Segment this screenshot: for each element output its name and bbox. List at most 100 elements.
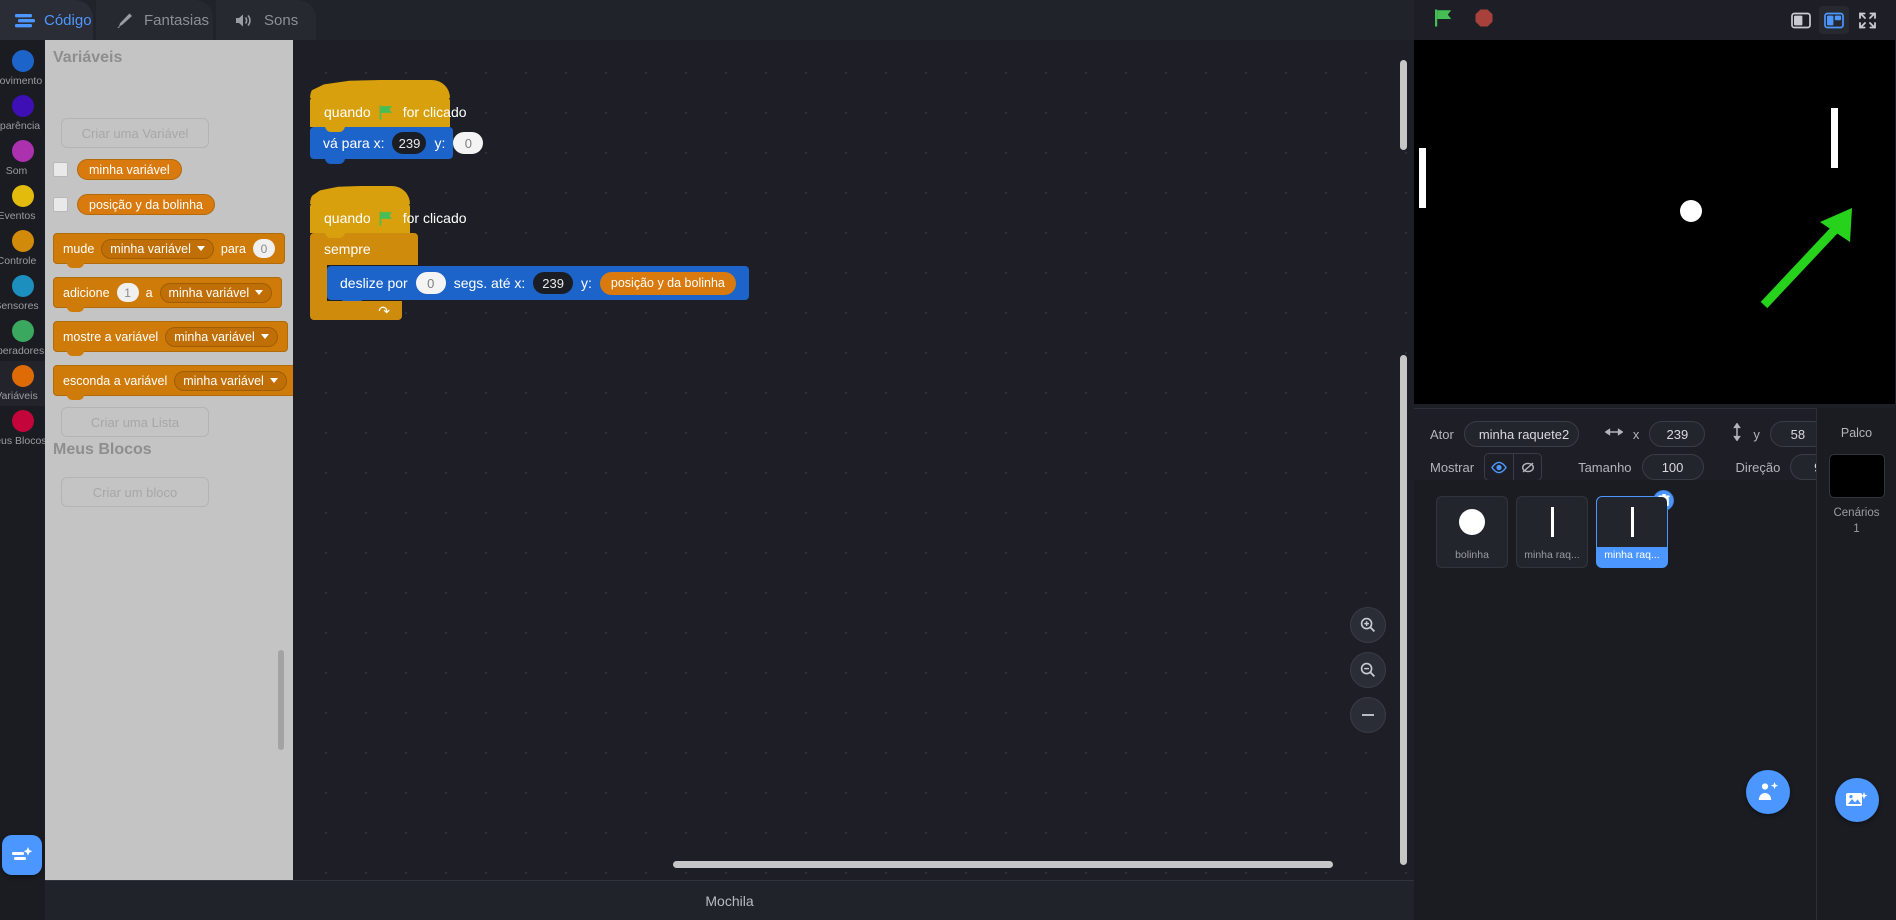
eye-slash-icon[interactable]	[1513, 454, 1541, 480]
tab-sons[interactable]: Sons	[216, 0, 316, 40]
x-input-focused[interactable]: 239	[533, 272, 573, 294]
category-movimento[interactable]: Movimento	[0, 46, 45, 91]
category-label: Movimento	[0, 75, 43, 87]
block-sempre[interactable]: sempre	[310, 233, 418, 265]
number-input[interactable]: 1	[116, 283, 139, 302]
workspace-vertical-scrollbar[interactable]	[1400, 60, 1407, 150]
sprite-ball[interactable]	[1680, 200, 1702, 222]
variable-checkbox-minha-variavel[interactable]	[53, 162, 68, 177]
sprite-card-bolinha[interactable]: bolinha	[1436, 496, 1508, 568]
code-workspace[interactable]: quando for clicado vá para x: 239 y: 0 q…	[293, 40, 1414, 880]
block-label: para	[220, 241, 246, 256]
y-input[interactable]: 0	[453, 132, 484, 154]
category-dot-movimento	[11, 50, 34, 72]
script-forever-glide[interactable]: quando for clicado sempre deslize por 0 …	[310, 203, 749, 320]
category-variaveis[interactable]: Variáveis	[0, 361, 45, 406]
zoom-out-icon	[1360, 662, 1376, 678]
stage-canvas[interactable]	[1414, 40, 1895, 404]
tab-codigo-label: Código	[44, 11, 92, 29]
category-meus-blocos[interactable]: Meus Blocos	[0, 406, 47, 451]
block-mostre-variavel[interactable]: mostre a variável minha variável	[53, 321, 288, 356]
category-controle[interactable]: Controle	[0, 226, 45, 271]
variable-dropdown[interactable]: minha variável	[165, 326, 278, 347]
script-go-to-xy[interactable]: quando for clicado vá para x: 239 y: 0	[310, 97, 484, 164]
forever-loop-arm	[310, 265, 327, 301]
variable-dropdown[interactable]: minha variável	[101, 238, 214, 259]
category-som[interactable]: Som	[0, 136, 45, 181]
block-adicione-variavel[interactable]: adicione 1 a minha variável	[53, 277, 283, 312]
sprite-card-raquete-2[interactable]: minha raq...	[1596, 490, 1674, 568]
variable-reporter-posicao-y[interactable]: posição y da bolinha	[77, 194, 215, 215]
add-backdrop-icon	[1846, 791, 1868, 806]
block-palette[interactable]: Variáveis Criar uma Variável minha variá…	[45, 40, 293, 880]
sprite-name-input[interactable]: minha raquete2	[1463, 421, 1579, 447]
secs-input[interactable]: 0	[415, 272, 446, 294]
category-label: Eventos	[0, 210, 36, 222]
category-dot-variaveis	[11, 365, 34, 387]
add-extension-button[interactable]	[2, 835, 42, 875]
fullscreen-button[interactable]	[1852, 6, 1882, 34]
category-operadores[interactable]: Operadores	[0, 316, 45, 361]
block-label: sempre	[324, 241, 371, 257]
sprite-size-input[interactable]: 100	[1641, 454, 1704, 480]
cenarios-count: 1	[1853, 523, 1860, 535]
variable-checkbox-posicao-y[interactable]	[53, 197, 68, 212]
sprite-paddle-left[interactable]	[1419, 148, 1426, 208]
dropdown-value: minha variável	[110, 241, 191, 256]
tab-fantasias[interactable]: Fantasias	[96, 0, 213, 40]
green-flag-icon	[379, 211, 395, 226]
loop-arrow-icon: ↷	[378, 302, 390, 319]
sprite-info-row-2: Mostrar Tamanho 100 Direção 90	[1430, 453, 1853, 481]
category-eventos[interactable]: Eventos	[0, 181, 45, 226]
block-quando-bandeira-clicada-2[interactable]: quando for clicado	[310, 203, 467, 238]
category-sensores[interactable]: Sensores	[0, 271, 45, 316]
backpack-bar[interactable]: Mochila	[45, 880, 1414, 920]
category-label: Sensores	[0, 300, 39, 312]
category-dot-eventos	[11, 185, 34, 207]
x-label: x	[1632, 426, 1640, 442]
green-flag-button[interactable]	[1434, 8, 1456, 33]
stage-thumbnail[interactable]	[1828, 454, 1885, 498]
zoom-in-button[interactable]	[1350, 607, 1386, 643]
create-list-button[interactable]: Criar uma Lista	[61, 407, 209, 437]
palette-variable-row[interactable]: posição y da bolinha	[53, 194, 215, 215]
x-input-focused[interactable]: 239	[392, 132, 427, 154]
block-esconda-variavel[interactable]: esconda a variável minha variável	[53, 365, 293, 400]
variable-dropdown[interactable]: minha variável	[174, 370, 287, 391]
add-backdrop-button[interactable]	[1835, 778, 1879, 822]
sprite-card-raquete-1[interactable]: minha raq...	[1516, 496, 1588, 568]
large-stage-button[interactable]	[1819, 6, 1849, 34]
small-stage-button[interactable]	[1786, 6, 1816, 34]
variable-dropdown[interactable]: minha variável	[159, 282, 273, 303]
sprite-x-input[interactable]: 239	[1649, 421, 1706, 447]
sprite-visibility-toggle[interactable]	[1484, 453, 1543, 481]
sprite-paddle-right[interactable]	[1831, 108, 1838, 168]
block-mude-variavel[interactable]: mude minha variável para 0	[53, 233, 285, 268]
tab-codigo[interactable]: Código	[0, 0, 93, 40]
block-deslize-ate-xy[interactable]: deslize por 0 segs. até x: 239 y: posiçã…	[327, 266, 749, 305]
palette-scrollbar[interactable]	[278, 650, 284, 750]
variable-reporter-minha-variavel[interactable]: minha variável	[77, 159, 182, 180]
editor-tab-bar: Código Fantasias Sons	[0, 0, 1414, 40]
zoom-reset-button[interactable]	[1350, 697, 1386, 733]
category-dot-som	[11, 140, 34, 162]
block-quando-bandeira-clicada-1[interactable]: quando for clicado	[310, 97, 467, 132]
create-block-button[interactable]: Criar um bloco	[61, 477, 209, 507]
mostrar-label: Mostrar	[1430, 459, 1475, 475]
hat-label-pre: quando	[324, 104, 371, 120]
palette-variable-row[interactable]: minha variável	[53, 159, 182, 180]
eye-icon[interactable]	[1485, 454, 1513, 480]
number-input[interactable]: 0	[252, 239, 275, 258]
workspace-horizontal-scrollbar[interactable]	[673, 861, 1333, 868]
hat-label-post: for clicado	[402, 104, 467, 120]
category-aparencia[interactable]: Aparência	[0, 91, 45, 136]
create-variable-button[interactable]: Criar uma Variável	[61, 118, 209, 148]
block-label: esconda a variável	[63, 373, 168, 388]
add-sprite-button[interactable]	[1746, 770, 1790, 814]
dropdown-value: minha variável	[168, 285, 250, 300]
variable-reporter-posicao-y[interactable]: posição y da bolinha	[599, 271, 736, 295]
workspace-vertical-scrollbar-lower[interactable]	[1400, 355, 1407, 865]
zoom-out-button[interactable]	[1350, 652, 1386, 688]
stop-button[interactable]	[1474, 8, 1494, 33]
stage-container	[1414, 40, 1896, 404]
